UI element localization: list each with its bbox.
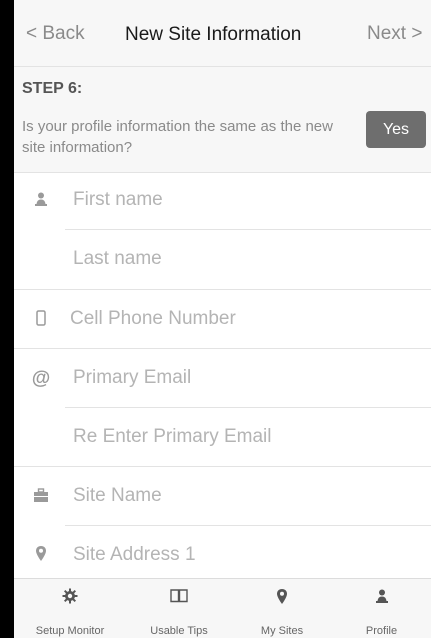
divider — [65, 525, 431, 526]
app-screen: < Back New Site Information Next > STEP … — [14, 0, 431, 638]
site-address-field[interactable]: Site Address 1 — [14, 527, 431, 585]
cell-phone-field[interactable]: Cell Phone Number — [14, 291, 431, 349]
step-panel: STEP 6: Is your profile information the … — [14, 67, 431, 173]
book-icon — [126, 588, 232, 608]
user-icon — [28, 189, 54, 213]
site-address-input[interactable]: Site Address 1 — [73, 544, 196, 566]
reenter-email-input[interactable]: Re Enter Primary Email — [73, 426, 272, 448]
site-name-field[interactable]: Site Name — [14, 468, 431, 526]
next-button[interactable]: Next > — [367, 23, 422, 45]
tab-setup-monitor[interactable]: Setup Monitor — [14, 579, 126, 638]
primary-email-field[interactable]: @ Primary Email — [14, 350, 431, 408]
primary-email-input[interactable]: Primary Email — [73, 367, 191, 389]
phone-icon — [28, 308, 54, 332]
briefcase-icon — [28, 485, 54, 509]
last-name-input[interactable]: Last name — [73, 248, 162, 270]
last-name-field[interactable]: Last name — [14, 231, 431, 289]
tab-label: Setup Monitor — [35, 625, 105, 637]
tab-my-sites[interactable]: My Sites — [232, 579, 332, 638]
tab-profile[interactable]: Profile — [332, 579, 431, 638]
tab-bar: Setup Monitor Usable Tips My Sites Profi… — [14, 578, 431, 638]
yes-button[interactable]: Yes — [366, 111, 426, 148]
divider — [14, 466, 431, 467]
nav-bar: < Back New Site Information Next > — [14, 0, 431, 67]
divider — [65, 407, 431, 408]
divider — [14, 289, 431, 290]
user-icon — [332, 588, 431, 608]
tab-usable-tips[interactable]: Usable Tips — [126, 579, 232, 638]
at-icon: @ — [31, 368, 51, 389]
gear-icon — [14, 588, 126, 608]
step-question: Is your profile information the same as … — [22, 118, 333, 156]
map-pin-icon — [28, 544, 54, 568]
page-title: New Site Information — [125, 24, 302, 45]
tab-label: Profile — [365, 625, 398, 637]
cell-phone-input[interactable]: Cell Phone Number — [70, 308, 236, 330]
tab-label: Usable Tips — [150, 625, 208, 637]
divider — [65, 229, 431, 230]
divider — [14, 348, 431, 349]
site-name-input[interactable]: Site Name — [73, 485, 162, 507]
first-name-field[interactable]: First name — [14, 172, 431, 230]
back-button[interactable]: < Back — [26, 23, 85, 45]
reenter-email-field[interactable]: Re Enter Primary Email — [14, 409, 431, 467]
first-name-input[interactable]: First name — [73, 189, 163, 211]
tab-label: My Sites — [260, 625, 304, 637]
map-pin-icon — [232, 588, 332, 608]
step-label: STEP 6: — [22, 80, 83, 97]
